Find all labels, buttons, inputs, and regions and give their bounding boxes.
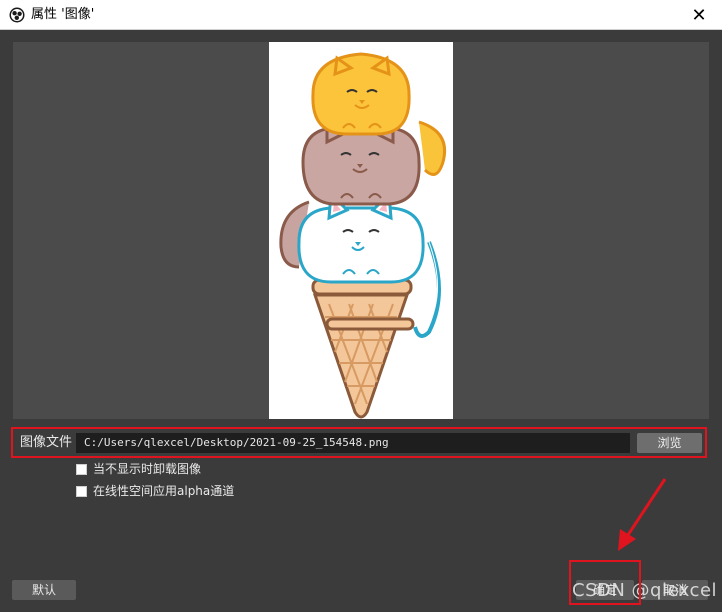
close-button[interactable]: ✕ — [676, 0, 722, 30]
unload-when-hidden-label: 当不显示时卸载图像 — [93, 462, 202, 476]
close-icon[interactable]: ✕ — [691, 5, 706, 26]
annotation-arrow — [618, 478, 667, 551]
watermark: CSDN @qlexcel — [572, 580, 718, 601]
linear-alpha-label: 在线性空间应用alpha通道 — [93, 484, 235, 498]
image-file-path-field[interactable]: C:/Users/qlexcel/Desktop/2021-09-25_1545… — [76, 433, 630, 453]
preview-image — [269, 42, 453, 419]
defaults-button[interactable]: 默认 — [12, 580, 76, 600]
cats-ice-cream-illustration — [279, 52, 446, 419]
image-preview — [13, 42, 709, 419]
checkbox-box[interactable] — [76, 485, 87, 497]
properties-dialog: 图像文件 C:/Users/qlexcel/Desktop/2021-09-25… — [0, 30, 722, 612]
browse-button[interactable]: 浏览 — [637, 433, 702, 453]
title-bar: 属性 '图像' ✕ — [0, 0, 722, 30]
window-title: 属性 '图像' — [31, 7, 95, 22]
image-file-row: 图像文件 C:/Users/qlexcel/Desktop/2021-09-25… — [11, 427, 707, 458]
checkbox-box[interactable] — [76, 463, 87, 475]
linear-alpha-checkbox[interactable]: 在线性空间应用alpha通道 — [76, 483, 234, 499]
image-file-label: 图像文件 — [20, 435, 73, 450]
obs-logo-icon — [9, 7, 25, 23]
unload-when-hidden-checkbox[interactable]: 当不显示时卸载图像 — [76, 461, 201, 477]
